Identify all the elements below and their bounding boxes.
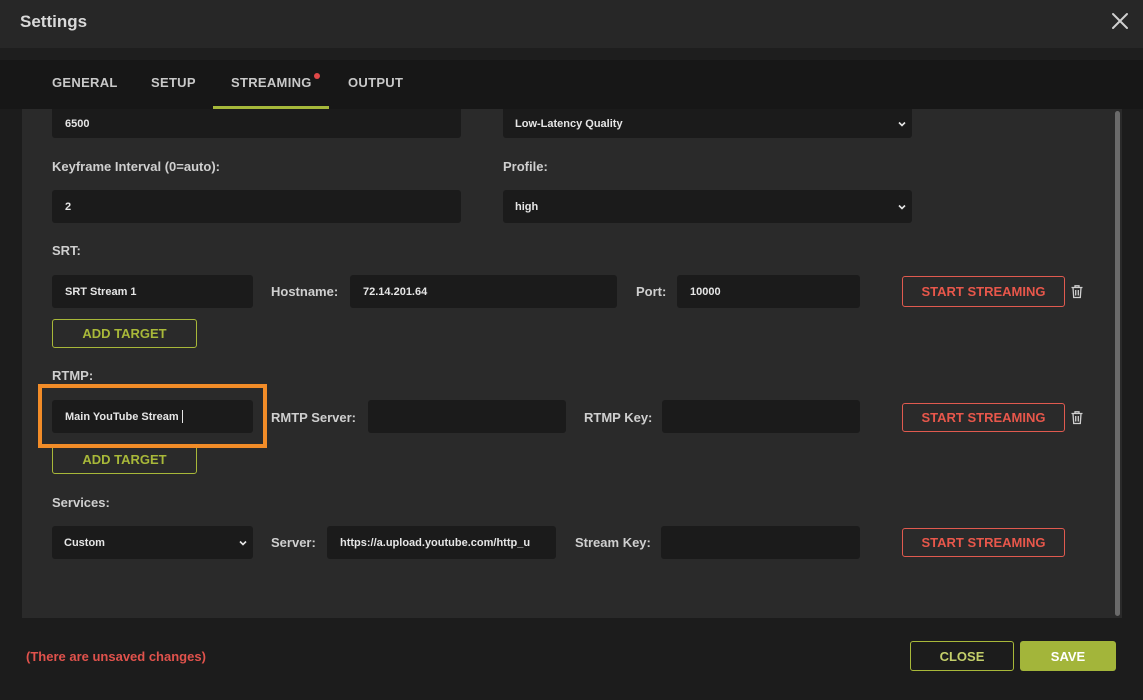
header-divider (0, 48, 1143, 60)
keyframe-interval-input[interactable]: 2 (52, 190, 461, 223)
services-stream-key-input[interactable] (661, 526, 860, 559)
chevron-down-icon (239, 540, 247, 546)
services-server-label: Server: (271, 535, 316, 550)
dialog-title: Settings (20, 12, 88, 31)
srt-hostname-value: 72.14.201.64 (363, 285, 428, 298)
tab-bar: GENERAL SETUP STREAMING OUTPUT (0, 60, 1143, 109)
srt-target-name-value: SRT Stream 1 (65, 285, 137, 298)
preset-selected: Low-Latency Quality (515, 117, 623, 130)
bitrate-value: 6500 (65, 117, 90, 130)
tab-streaming[interactable]: STREAMING (231, 75, 312, 90)
rtmp-server-input[interactable] (368, 400, 566, 433)
profile-selected: high (515, 200, 539, 213)
save-button[interactable]: SAVE (1020, 641, 1116, 671)
service-select[interactable]: Custom (52, 526, 253, 559)
chevron-down-icon (898, 204, 906, 210)
profile-select[interactable]: high (503, 190, 912, 223)
services-server-value: https://a.upload.youtube.com/http_u (340, 536, 531, 549)
rtmp-server-label: RMTP Server: (271, 410, 357, 425)
srt-hostname-input[interactable]: 72.14.201.64 (350, 275, 617, 308)
services-start-streaming-button[interactable]: START STREAMING (902, 528, 1065, 557)
rtmp-add-target-button[interactable]: ADD TARGET (52, 445, 197, 474)
srt-port-label: Port: (636, 284, 667, 299)
tab-setup[interactable]: SETUP (151, 75, 196, 90)
preset-select[interactable]: Low-Latency Quality (503, 109, 912, 138)
srt-start-streaming-button[interactable]: START STREAMING (902, 276, 1065, 307)
keyframe-interval-value: 2 (65, 200, 72, 213)
tab-general[interactable]: GENERAL (52, 75, 118, 90)
profile-label: Profile: (503, 159, 548, 174)
services-stream-key-label: Stream Key: (575, 535, 651, 550)
title-bar: Settings (0, 0, 1143, 48)
rtmp-start-streaming-button[interactable]: START STREAMING (902, 403, 1065, 432)
unsaved-changes-note: (There are unsaved changes) (26, 649, 206, 664)
keyframe-interval-label: Keyframe Interval (0=auto): (52, 159, 220, 174)
srt-add-target-button[interactable]: ADD TARGET (52, 319, 197, 348)
focus-highlight-box (38, 384, 267, 448)
chevron-down-icon (898, 121, 906, 127)
srt-port-input[interactable]: 10000 (677, 275, 860, 308)
srt-section-label: SRT: (52, 243, 81, 258)
bitrate-input[interactable]: 6500 (52, 109, 461, 138)
scrollbar-thumb[interactable] (1115, 111, 1120, 616)
srt-target-name-input[interactable]: SRT Stream 1 (52, 275, 253, 308)
service-selected: Custom (64, 536, 105, 549)
srt-port-value: 10000 (690, 285, 721, 298)
rtmp-key-label: RTMP Key: (584, 410, 653, 425)
services-section-label: Services: (52, 495, 110, 510)
close-button[interactable]: CLOSE (910, 641, 1014, 671)
rtmp-section-label: RTMP: (52, 368, 94, 383)
close-icon[interactable] (1109, 10, 1131, 32)
rtmp-key-input[interactable] (662, 400, 860, 433)
unsaved-dot-indicator (314, 73, 320, 79)
rtmp-delete-trash-icon[interactable] (1070, 410, 1084, 425)
tab-output[interactable]: OUTPUT (348, 75, 403, 90)
srt-hostname-label: Hostname: (271, 284, 339, 299)
services-server-input[interactable]: https://a.upload.youtube.com/http_u (327, 526, 556, 559)
srt-delete-trash-icon[interactable] (1070, 284, 1084, 299)
